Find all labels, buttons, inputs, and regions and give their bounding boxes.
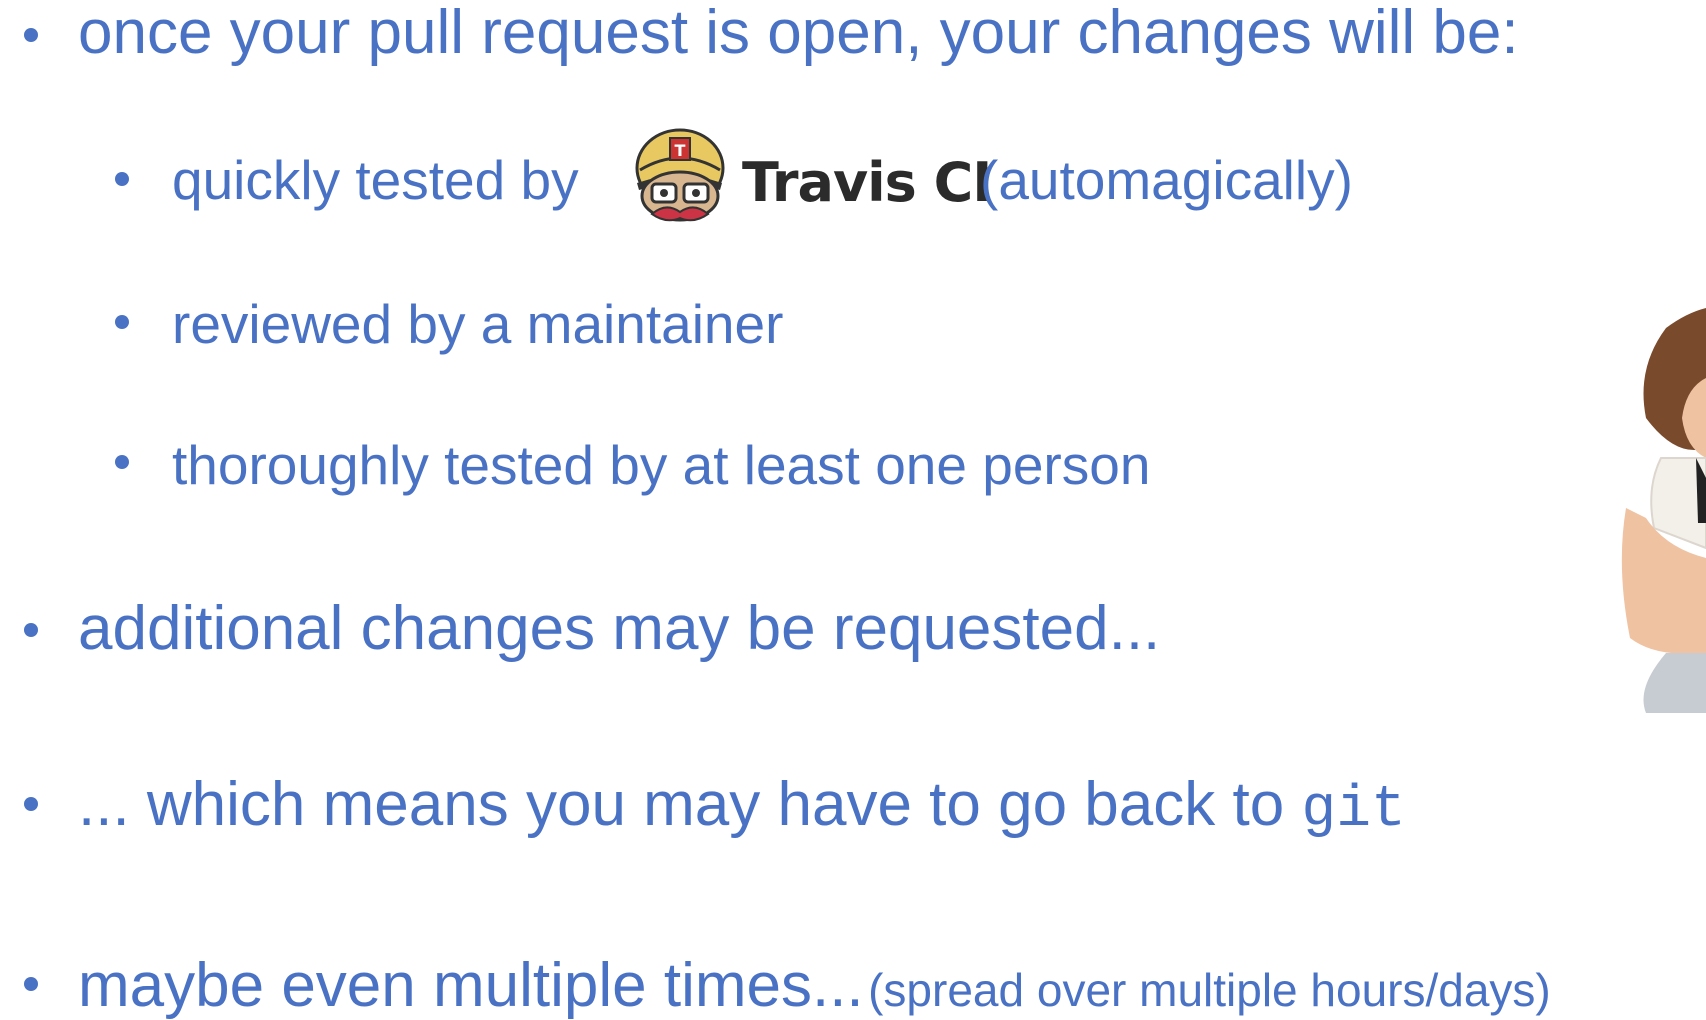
sub-bullet-dot [115, 172, 129, 186]
go-back-text: ... which means you may have to go back … [78, 770, 1285, 839]
travis-ci-label: Travis CI [742, 151, 992, 214]
sub-bullet-reviewed: reviewed by a maintainer [172, 293, 784, 355]
frustrated-person-photo [1621, 308, 1706, 713]
sub-bullet-automagically: (automagically) [980, 149, 1353, 211]
bullet-dot [24, 623, 38, 637]
bullet-multiple-times: maybe even multiple times... (spread ove… [78, 955, 1551, 1017]
bullet-go-back-to-git: ... which means you may have to go back … [78, 774, 1406, 840]
sub-bullet-dot [115, 455, 129, 469]
git-code: git [1301, 778, 1406, 843]
multiple-times-text: maybe even multiple times... [78, 951, 864, 1020]
svg-text:T: T [675, 141, 686, 160]
travis-ci-mascot-icon: T [635, 128, 725, 222]
bullet-additional-changes: additional changes may be requested... [78, 594, 1161, 663]
sub-bullet-quickly-tested: quickly tested by [172, 149, 579, 211]
bullet-dot [24, 28, 38, 42]
bullet-dot [24, 797, 38, 811]
multiple-times-note: (spread over multiple hours/days) [868, 964, 1551, 1016]
sub-bullet-thoroughly-tested: thoroughly tested by at least one person [172, 434, 1151, 496]
sub-bullet-dot [115, 315, 129, 329]
bullet-once-pr-open: once your pull request is open, your cha… [78, 0, 1519, 67]
bullet-dot [24, 977, 38, 991]
